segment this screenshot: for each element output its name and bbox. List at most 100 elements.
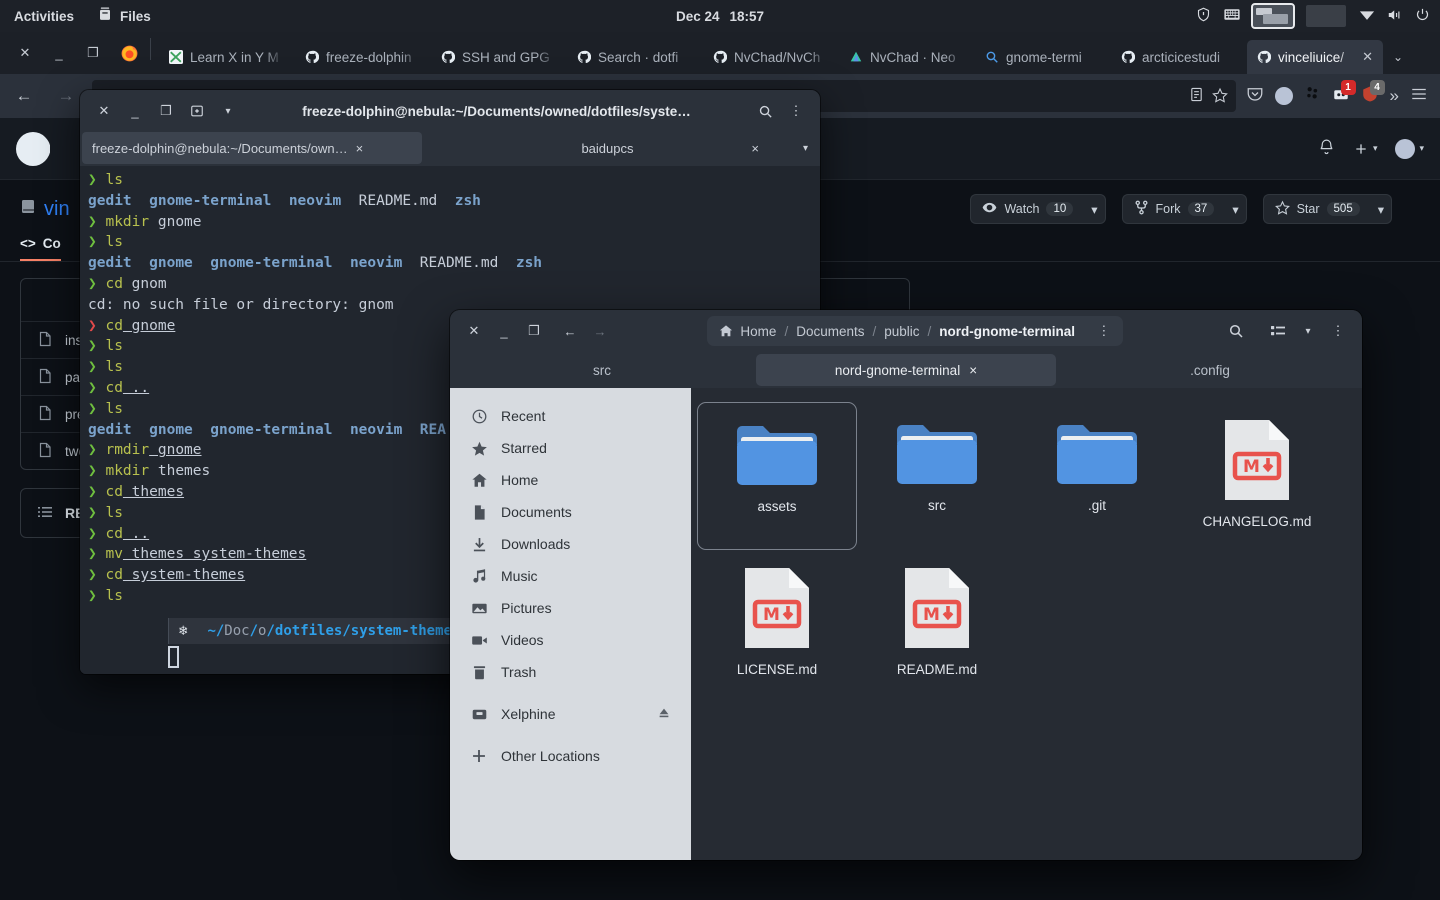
files-content-area[interactable]: assets src .git M CHANGELOG.md M LICENSE.md M RE… — [691, 388, 1362, 860]
sidebar-item-documents[interactable]: Documents — [450, 496, 691, 528]
firefox-window-controls[interactable]: ✕ _ ❐ — [4, 32, 114, 74]
browser-tab-8[interactable]: vinceliuice/ ✕ — [1247, 40, 1383, 74]
browser-tab-7[interactable]: arcticicestudi — [1111, 40, 1247, 74]
ublock-origin-icon[interactable]: 4 — [1361, 79, 1385, 108]
back-icon[interactable]: ← — [8, 80, 40, 112]
files-titlebar[interactable]: ✕ _ ❐ ← → Home / Documents / public / no… — [450, 310, 1362, 352]
profile-avatar-icon[interactable]: ▾ — [1395, 138, 1424, 159]
activities-button[interactable]: Activities — [0, 9, 88, 24]
browser-tab-3[interactable]: Search · dotfi — [567, 40, 703, 74]
sidebar-item-music[interactable]: Music — [450, 560, 691, 592]
watch-caret-button[interactable]: ▾ — [1084, 194, 1106, 224]
file-item[interactable]: M CHANGELOG.md — [1177, 402, 1337, 550]
fork-button[interactable]: Fork 37 — [1121, 194, 1226, 224]
sidebar-item-trash[interactable]: Trash — [450, 656, 691, 688]
terminal-tab-bar[interactable]: freeze-dolphin@nebula:~/Documents/own… ×… — [80, 132, 820, 166]
terminal-new-tab-button[interactable] — [183, 97, 211, 125]
sidebar-item-videos[interactable]: Videos — [450, 624, 691, 656]
terminal-tab-overflow-chevron-down-icon[interactable]: ▾ — [793, 132, 818, 164]
fork-caret-button[interactable]: ▾ — [1225, 194, 1247, 224]
gnome-top-bar[interactable]: Activities Files Dec 24 18:57 — [0, 0, 1440, 32]
keyboard-icon[interactable] — [1224, 8, 1240, 24]
extension-icon[interactable]: 1 — [1332, 79, 1356, 108]
star-button[interactable]: Star 505 — [1262, 194, 1371, 224]
notifications-bell-icon[interactable] — [1318, 138, 1335, 160]
terminal-close-button[interactable]: ✕ — [90, 97, 118, 125]
sidebar-item-xelphine[interactable]: Xelphine — [450, 698, 691, 730]
star-caret-button[interactable]: ▾ — [1370, 194, 1392, 224]
files-tab-0[interactable]: src — [452, 354, 752, 386]
topbar-app-menu[interactable]: Files — [88, 7, 161, 25]
forward-icon[interactable]: → — [50, 80, 82, 112]
repo-name-text[interactable]: vin — [44, 198, 70, 221]
browser-tab-6[interactable]: gnome-termi — [975, 40, 1111, 74]
sidebar-item-home[interactable]: Home — [450, 464, 691, 496]
folder-item[interactable]: .git — [1017, 402, 1177, 550]
github-header-actions[interactable]: ▾ ▾ — [1318, 138, 1424, 160]
home-icon[interactable]: Home — [713, 324, 782, 339]
firefox-tab-bar[interactable]: ✕ _ ❐ Learn X in Y M freeze-dolphin SSH an… — [0, 32, 1440, 74]
account-avatar-icon[interactable] — [1274, 87, 1293, 105]
files-view-chevron-down-icon[interactable]: ▾ — [1294, 317, 1322, 345]
terminal-tab-1[interactable]: baidupcs × — [422, 132, 793, 164]
firefox-maximize-button[interactable]: ❐ — [76, 36, 110, 70]
terminal-tab-0[interactable]: freeze-dolphin@nebula:~/Documents/own… × — [82, 132, 422, 164]
browser-tab-5[interactable]: NvChad · Neo — [839, 40, 975, 74]
shield-icon[interactable] — [1196, 7, 1211, 25]
pocket-icon[interactable] — [1246, 85, 1264, 108]
overflow-menu-icon[interactable]: » — [1390, 86, 1399, 106]
repo-action-buttons[interactable]: Watch 10 ▾ Fork 37 ▾ Star 505 ▾ — [970, 194, 1420, 224]
volume-icon[interactable] — [1388, 8, 1402, 25]
gnome-shell-integration-icon[interactable] — [1304, 85, 1321, 107]
files-close-button[interactable]: ✕ — [460, 317, 488, 345]
topbar-clock[interactable]: Dec 24 18:57 — [676, 9, 764, 24]
files-forward-icon[interactable]: → — [586, 317, 614, 345]
folder-item[interactable]: src — [857, 402, 1017, 550]
files-back-icon[interactable]: ← — [556, 317, 584, 345]
sidebar-item-pictures[interactable]: Pictures — [450, 592, 691, 624]
browser-tab-8-close-icon[interactable]: ✕ — [1362, 49, 1373, 65]
path-kebab-menu-icon[interactable]: ⋮ — [1091, 323, 1117, 339]
path-segment-0[interactable]: Home — [740, 324, 776, 339]
files-tab-1-close-icon[interactable]: × — [969, 363, 977, 378]
sidebar-item-starred[interactable]: Starred — [450, 432, 691, 464]
terminal-maximize-button[interactable]: ❐ — [152, 97, 180, 125]
files-search-icon[interactable] — [1222, 317, 1250, 345]
workspace-thumbnail-2[interactable] — [1306, 5, 1346, 27]
bookmark-star-icon[interactable] — [1211, 87, 1228, 106]
files-tab-1[interactable]: nord-gnome-terminal × — [756, 354, 1056, 386]
eject-icon[interactable] — [657, 706, 671, 723]
files-window[interactable]: ✕ _ ❐ ← → Home / Documents / public / no… — [450, 310, 1362, 860]
folder-item[interactable]: assets — [697, 402, 857, 550]
watch-button[interactable]: Watch 10 — [970, 194, 1085, 224]
terminal-tab-0-close-icon[interactable]: × — [356, 141, 364, 156]
path-segment-3[interactable]: nord-gnome-terminal — [933, 324, 1081, 339]
terminal-kebab-menu-icon[interactable]: ⋮ — [782, 97, 810, 125]
path-segment-1[interactable]: Documents — [790, 324, 870, 339]
tab-code[interactable]: <> Co — [20, 236, 61, 261]
terminal-tab-1-close-icon[interactable]: × — [751, 141, 759, 156]
repo-title[interactable]: vin — [20, 198, 70, 221]
files-tab-bar[interactable]: src nord-gnome-terminal × .config — [450, 352, 1362, 388]
files-tab-2[interactable]: .config — [1060, 354, 1360, 386]
power-icon[interactable] — [1415, 7, 1430, 25]
new-menu-icon[interactable]: ▾ — [1353, 141, 1377, 157]
hamburger-menu-icon[interactable] — [1410, 85, 1428, 108]
firefox-minimize-button[interactable]: _ — [42, 36, 76, 70]
terminal-minimize-button[interactable]: _ — [121, 97, 149, 125]
reader-view-icon[interactable] — [1189, 87, 1204, 105]
browser-tab-0[interactable]: Learn X in Y M — [159, 40, 295, 74]
workspace-switcher-icon[interactable] — [1251, 3, 1295, 29]
tab-list-chevron-down-icon[interactable]: ⌄ — [1383, 40, 1413, 74]
firefox-close-button[interactable]: ✕ — [8, 36, 42, 70]
files-minimize-button[interactable]: _ — [490, 317, 518, 345]
sidebar-item-recent[interactable]: Recent — [450, 400, 691, 432]
network-icon[interactable] — [1359, 8, 1375, 24]
browser-tab-4[interactable]: NvChad/NvCh — [703, 40, 839, 74]
terminal-titlebar[interactable]: ✕ _ ❐ ▾ freeze-dolphin@nebula:~/Document… — [80, 90, 820, 132]
files-kebab-menu-icon[interactable]: ⋮ — [1324, 317, 1352, 345]
files-path-bar[interactable]: Home / Documents / public / nord-gnome-t… — [707, 316, 1123, 346]
file-item[interactable]: M LICENSE.md — [697, 550, 857, 698]
browser-tab-1[interactable]: freeze-dolphin — [295, 40, 431, 74]
files-sidebar[interactable]: Recent Starred Home Documents Downloads Music… — [450, 388, 691, 860]
